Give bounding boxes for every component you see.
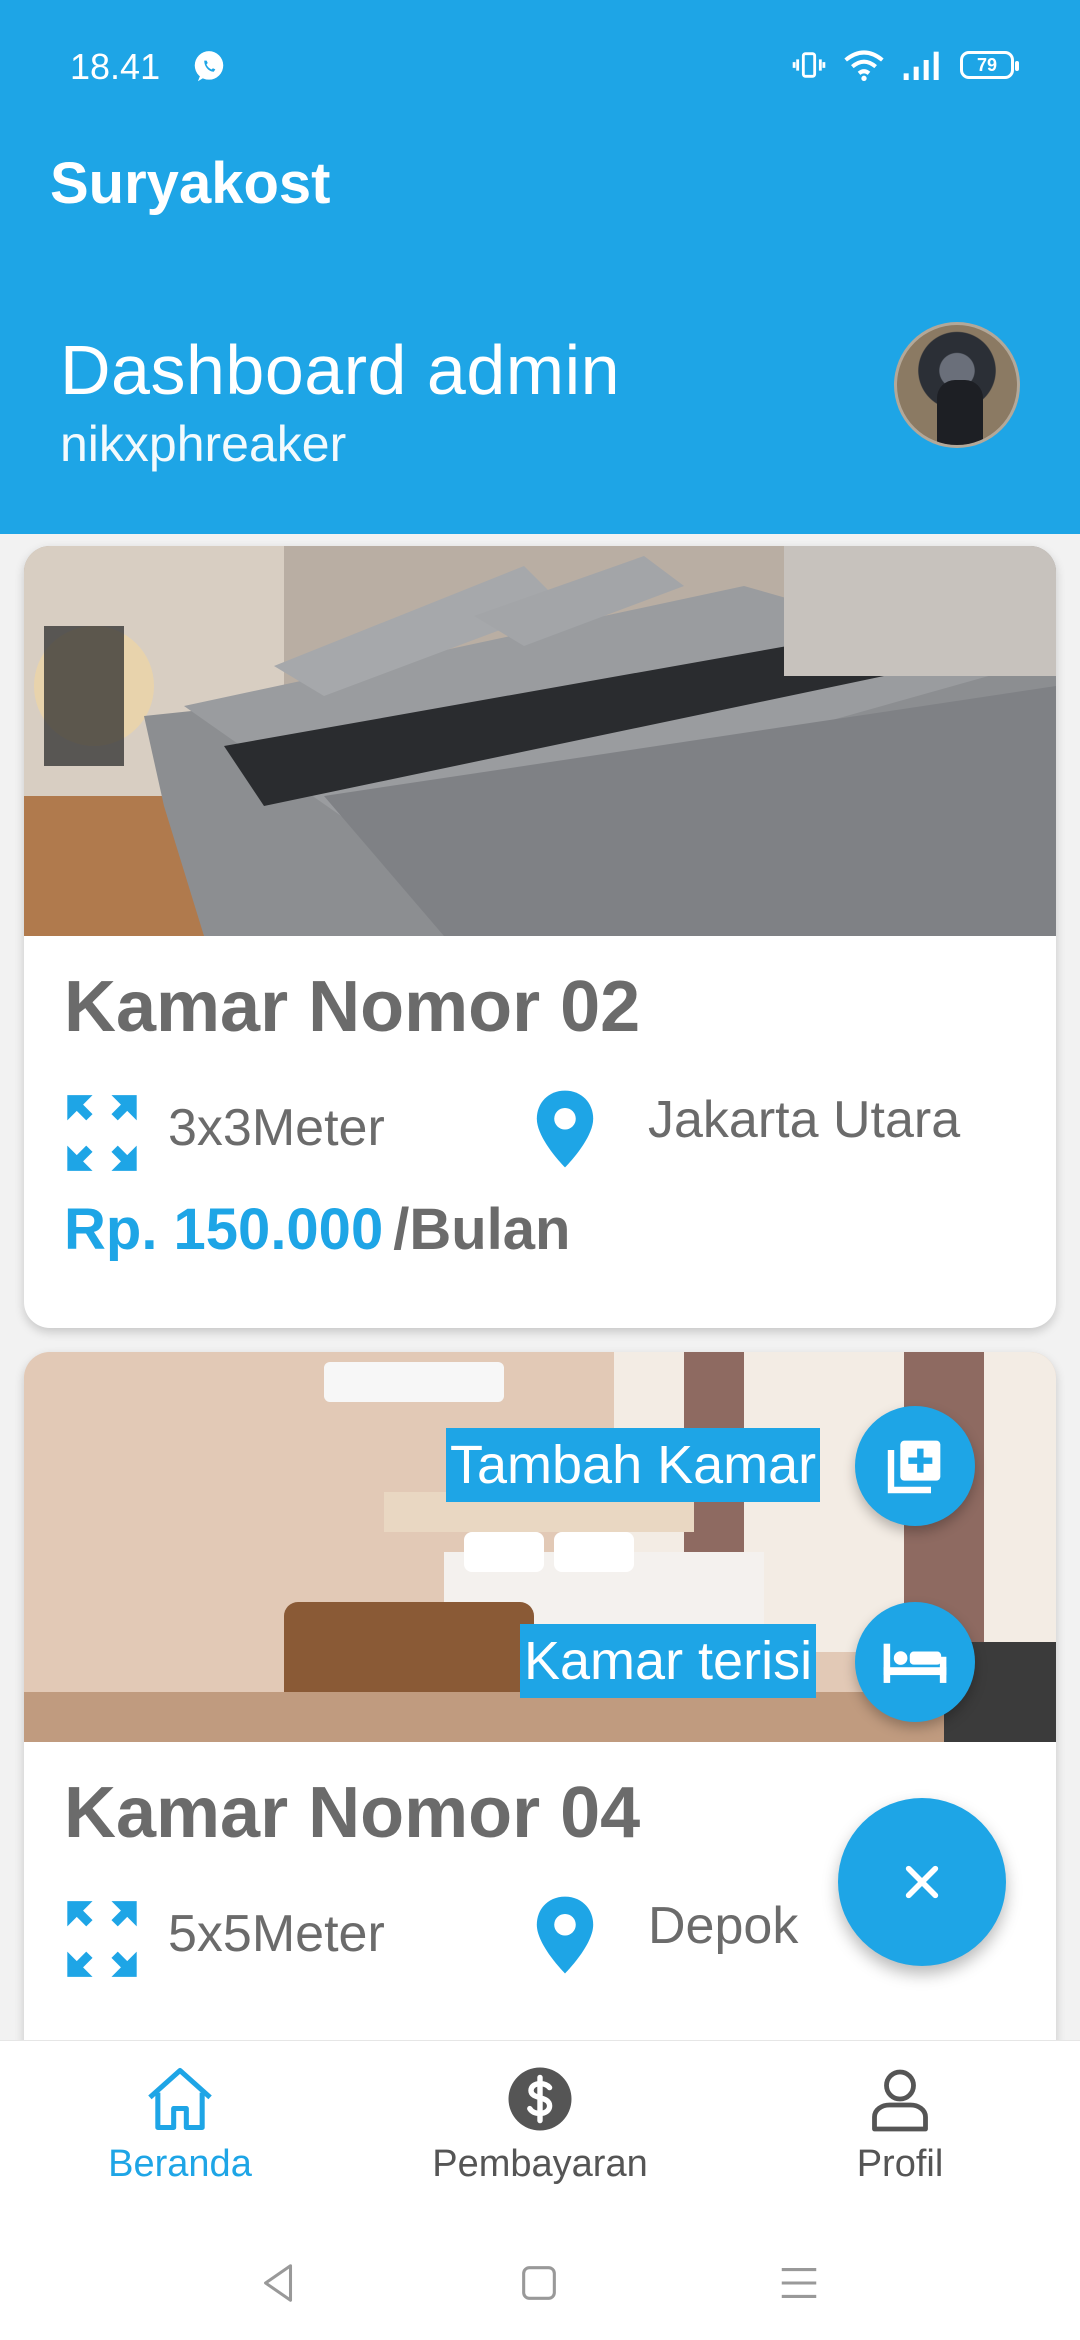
whatsapp-icon (194, 51, 224, 82)
room-photo (24, 546, 1056, 936)
status-bar: 18.41 79 (0, 0, 1080, 130)
price-amount: Rp. 150.000 (64, 1197, 384, 1262)
bed-photo-illustration (24, 546, 1056, 936)
status-time: 18.41 (70, 46, 161, 87)
add-room-label[interactable]: Tambah Kamar (446, 1428, 821, 1502)
avatar-figure (937, 380, 983, 445)
nav-label: Pembayaran (432, 2143, 648, 2185)
nav-label: Beranda (108, 2143, 252, 2185)
menu-icon[interactable] (776, 2260, 822, 2306)
expand-icon (67, 1901, 137, 1977)
occupied-room-button[interactable] (855, 1602, 975, 1722)
nav-label: Profil (856, 2143, 944, 2185)
bed-icon (883, 1643, 947, 1683)
battery-indicator: 79 (960, 51, 1019, 79)
dashboard-username: nikxphreaker (60, 416, 347, 472)
expand-icon (67, 1095, 137, 1171)
dollar-icon (508, 2067, 572, 2131)
add-room-button[interactable] (855, 1406, 975, 1526)
price-unit: /Bulan (393, 1197, 571, 1262)
user-icon (872, 2069, 928, 2132)
room-location: Jakarta Utara (648, 1091, 961, 1149)
add-library-icon (887, 1440, 941, 1494)
room-card[interactable]: Kamar Nomor 02 3x3Meter Jakarta Utara Rp… (24, 546, 1056, 1328)
nav-item-profil[interactable]: Profil (750, 2061, 1050, 2186)
occupied-room-label[interactable]: Kamar terisi (520, 1624, 817, 1698)
app-header: 18.41 79 Suryakost Dashboard admin nikxp… (0, 0, 1080, 534)
home-square-icon[interactable] (516, 2260, 562, 2306)
nav-item-pembayaran[interactable]: Pembayaran (390, 2061, 690, 2186)
wifi-icon (844, 50, 884, 81)
room-price: Rp. 150.000/Bulan (64, 1196, 1016, 1263)
close-icon (905, 1865, 939, 1899)
room-info: Kamar Nomor 02 3x3Meter Jakarta Utara Rp… (64, 966, 1016, 1263)
nav-item-beranda[interactable]: Beranda (30, 2061, 330, 2186)
battery-level: 79 (976, 54, 998, 75)
app-title: Suryakost (50, 151, 331, 216)
home-icon (148, 2067, 212, 2131)
room-title: Kamar Nomor 02 (64, 967, 641, 1047)
location-pin-icon (536, 1896, 594, 1974)
avatar[interactable] (894, 322, 1020, 448)
room-meta: 3x3Meter Jakarta Utara (64, 1088, 1016, 1178)
vibrate-icon (792, 52, 826, 78)
status-icons: 79 (792, 48, 1019, 82)
fab-close-button[interactable] (838, 1798, 1006, 1966)
dashboard-title: Dashboard admin (60, 331, 621, 409)
back-icon[interactable] (256, 2260, 302, 2306)
room-size: 3x3Meter (168, 1099, 385, 1157)
room-size: 5x5Meter (168, 1905, 385, 1963)
system-navigation-bar (0, 2240, 1080, 2340)
room-location: Depok (648, 1897, 799, 1955)
signal-icon (903, 51, 939, 80)
location-pin-icon (536, 1090, 594, 1168)
